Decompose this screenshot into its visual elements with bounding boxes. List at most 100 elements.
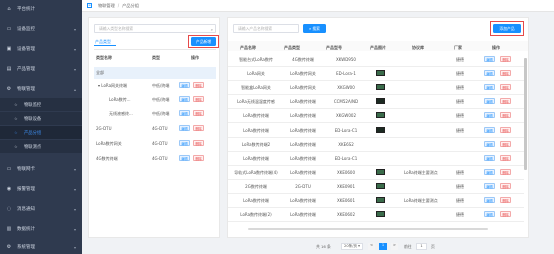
- search-button-label: 搜索: [312, 26, 320, 31]
- edit-button[interactable]: 编辑: [179, 155, 190, 161]
- alarm-icon: ◉: [6, 186, 12, 192]
- product-image[interactable]: [376, 70, 385, 77]
- product-cell-type: LoRa数传终端: [290, 141, 316, 147]
- product-cell-name: LoRa数传终端(2): [240, 212, 272, 218]
- sidebar-sub-iot-monitor[interactable]: ☆ 物联监控: [0, 98, 82, 111]
- horizontal-scrollbar[interactable]: [248, 228, 488, 230]
- sidebar-sub-product-group[interactable]: ☆ 产品分组: [0, 126, 82, 139]
- row-divider: [228, 164, 524, 166]
- delete-button[interactable]: 删除: [500, 84, 511, 91]
- goto-page-input[interactable]: 1: [416, 243, 427, 250]
- chevron-down-icon: ▾: [73, 46, 76, 52]
- scrollbar[interactable]: [524, 58, 527, 170]
- delete-button[interactable]: 删除: [500, 112, 511, 119]
- edit-button[interactable]: 编辑: [484, 182, 495, 189]
- product-image[interactable]: [376, 197, 385, 203]
- type-search-input[interactable]: 请输入类型名称搜索 ⌕: [94, 24, 216, 33]
- product-cell-name: 智能台式LoRa数传: [239, 57, 273, 62]
- next-page-button[interactable]: >: [391, 243, 398, 250]
- edit-button[interactable]: 编辑: [484, 168, 495, 175]
- prev-page-button[interactable]: <: [368, 243, 375, 250]
- edit-button[interactable]: 编辑: [179, 110, 190, 116]
- delete-button[interactable]: 删除: [500, 168, 511, 175]
- delete-button[interactable]: 删除: [500, 98, 511, 105]
- sidebar-sub-iot-device[interactable]: ☆ 物联设备: [0, 112, 82, 125]
- menu-toggle-icon[interactable]: ≡: [87, 3, 92, 8]
- row-divider: [228, 192, 524, 194]
- table-row-selected[interactable]: [94, 67, 216, 79]
- type-row-desc: 中低/终端: [152, 97, 170, 102]
- edit-button[interactable]: 编辑: [484, 112, 495, 119]
- search-button[interactable]: ⌕ 搜索: [303, 24, 326, 33]
- edit-button[interactable]: 编辑: [179, 96, 190, 102]
- page-size-select[interactable]: 20条/页 ▾: [341, 243, 363, 250]
- delete-button[interactable]: 删除: [193, 96, 204, 102]
- product-cell-model: XKE0600: [336, 169, 356, 175]
- row-divider: [228, 178, 524, 180]
- product-image[interactable]: [376, 98, 385, 105]
- edit-button[interactable]: 编辑: [484, 56, 495, 62]
- sidebar-item-label: 设备监控: [17, 27, 35, 32]
- product-image[interactable]: [376, 84, 385, 91]
- product-search-input[interactable]: 请输入产品名称搜索: [233, 24, 299, 33]
- edit-button[interactable]: 编辑: [484, 126, 495, 133]
- delete-button[interactable]: 删除: [500, 140, 511, 147]
- delete-button[interactable]: 删除: [500, 126, 511, 133]
- delete-button[interactable]: 删除: [500, 70, 511, 77]
- type-row-desc: 中低/终端: [152, 111, 170, 116]
- edit-button[interactable]: 编辑: [484, 140, 495, 147]
- type-row-name: ▾ LoRa网关终端: [98, 83, 127, 89]
- edit-button[interactable]: 编辑: [484, 98, 495, 105]
- delete-button[interactable]: 删除: [193, 125, 204, 131]
- product-image[interactable]: [376, 211, 385, 218]
- chevron-down-icon: ▾: [73, 166, 76, 172]
- product-image[interactable]: [376, 126, 385, 133]
- product-image[interactable]: [376, 182, 385, 189]
- product-cell-model: XKE6S2: [338, 141, 354, 147]
- edit-button[interactable]: 编辑: [484, 70, 495, 77]
- delete-button[interactable]: 删除: [500, 56, 511, 62]
- page-size-value: 20条/页: [344, 244, 358, 248]
- product-image[interactable]: [376, 168, 385, 175]
- edit-button[interactable]: 编辑: [484, 154, 495, 161]
- home-icon: ⌂: [7, 6, 11, 12]
- search-icon[interactable]: ⌕: [211, 26, 213, 33]
- sidebar-item-iot-card[interactable]: ▭ 物联网卡 ▾: [0, 162, 82, 176]
- product-image[interactable]: [376, 112, 385, 119]
- edit-button[interactable]: 编辑: [484, 211, 495, 218]
- delete-button[interactable]: 删除: [500, 211, 511, 218]
- sidebar-item-monitor[interactable]: ▭ 设备监控 ▾: [0, 22, 82, 36]
- delete-button[interactable]: 删除: [193, 110, 204, 116]
- sidebar-sub-iot-points[interactable]: ☆ 物联测点: [0, 140, 82, 153]
- delete-button[interactable]: 删除: [193, 140, 204, 146]
- delete-button[interactable]: 删除: [193, 155, 204, 161]
- type-row-name: 全部: [96, 70, 104, 75]
- edit-button[interactable]: 编辑: [484, 197, 495, 203]
- product-cell-model: XKE0602: [336, 212, 356, 218]
- sidebar-item-alarm[interactable]: ◉ 报警管理 ▾: [0, 182, 82, 196]
- edit-button[interactable]: 编辑: [179, 125, 190, 131]
- edit-button[interactable]: 编辑: [179, 82, 190, 88]
- page-unit-label: 页: [431, 244, 435, 249]
- breadcrumb-first[interactable]: 物联管理: [98, 3, 115, 9]
- delete-button[interactable]: 删除: [500, 154, 511, 161]
- product-cell-vendor: 捷德: [456, 85, 464, 91]
- sidebar-item-label: 消息通知: [17, 207, 35, 212]
- sidebar-item-platform[interactable]: ⌂ 平台统计: [0, 2, 82, 16]
- sidebar-item-system[interactable]: ⚙ 系统管理 ▾: [0, 240, 82, 254]
- chevron-up-icon: ▴: [73, 86, 76, 92]
- sidebar-item-device[interactable]: ▣ 设备管理 ▾: [0, 42, 82, 56]
- delete-button[interactable]: 删除: [500, 182, 511, 189]
- sidebar-item-messages[interactable]: ◌ 消息通知 ▾: [0, 202, 82, 216]
- delete-button[interactable]: 删除: [500, 197, 511, 203]
- pager-total: 共 16 条: [316, 244, 331, 249]
- edit-button[interactable]: 编辑: [484, 84, 495, 91]
- sidebar-item-stats[interactable]: ▥ 数据统计 ▾: [0, 222, 82, 236]
- sidebar: ⌂ 平台统计 ▭ 设备监控 ▾ ▣ 设备管理 ▾ ▤ 产品管理 ▾ ⚙ 物联管理…: [0, 0, 82, 254]
- delete-button[interactable]: 删除: [193, 82, 204, 88]
- sidebar-item-iot[interactable]: ⚙ 物联管理 ▴: [0, 82, 82, 96]
- edit-button[interactable]: 编辑: [179, 140, 190, 146]
- type-row-desc: 4G-DTU: [152, 126, 168, 131]
- page-1-button[interactable]: 1: [379, 243, 387, 250]
- sidebar-item-product[interactable]: ▤ 产品管理 ▾: [0, 62, 82, 76]
